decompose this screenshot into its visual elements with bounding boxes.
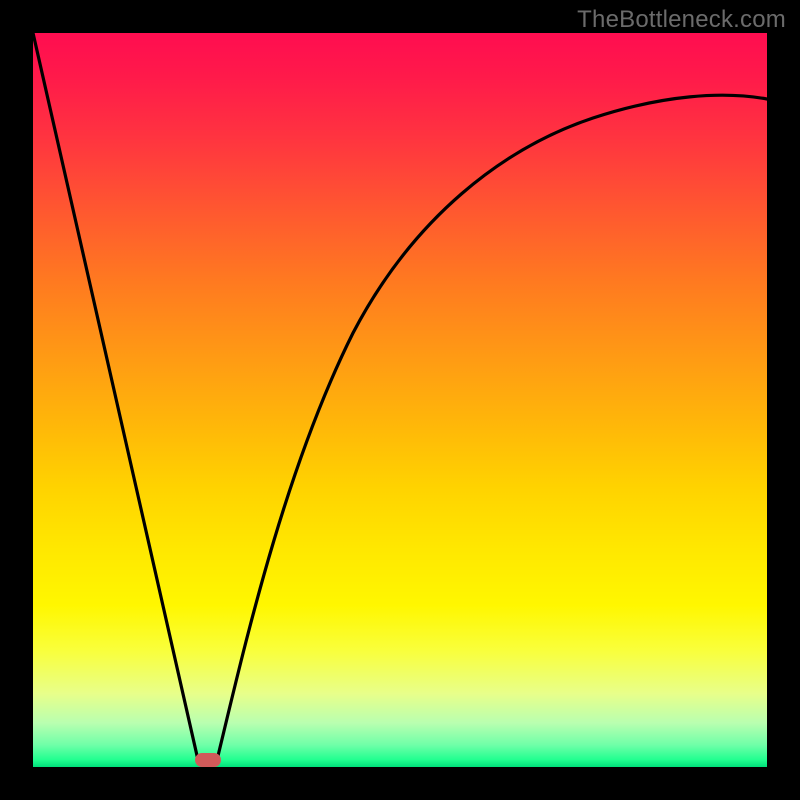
chart-frame: TheBottleneck.com xyxy=(0,0,800,800)
left-branch xyxy=(33,33,198,760)
bottleneck-curve xyxy=(33,33,767,767)
trough-marker xyxy=(195,753,221,767)
right-branch xyxy=(217,95,767,760)
watermark-text: TheBottleneck.com xyxy=(577,6,786,34)
plot-area xyxy=(33,33,767,767)
